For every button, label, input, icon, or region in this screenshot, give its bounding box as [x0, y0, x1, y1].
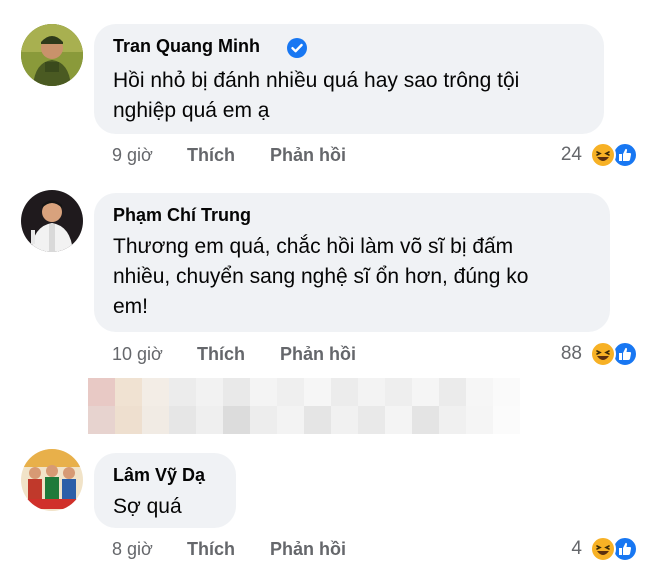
avatar-image	[21, 24, 83, 86]
comment-text: Thương em quá, chắc hồi làm võ sĩ bị đấm…	[113, 232, 528, 322]
comment-text-line: nhiều, chuyển sang nghệ sĩ ổn hơn, đúng …	[113, 265, 529, 288]
haha-reaction-icon	[590, 536, 616, 562]
avatar-tran-quang-minh[interactable]	[21, 24, 83, 86]
reactions[interactable]	[590, 142, 642, 168]
comment-text-line: Thương em quá, chắc hồi làm võ sĩ bị đấm	[113, 235, 514, 258]
haha-reaction-icon	[590, 341, 616, 367]
like-button[interactable]: Thích	[187, 539, 235, 560]
comment-author[interactable]: Phạm Chí Trung	[113, 205, 251, 226]
reaction-count[interactable]: 4	[540, 538, 582, 560]
like-button[interactable]: Thích	[187, 145, 235, 166]
comment-text-line: em!	[113, 295, 149, 318]
comment-text: Hồi nhỏ bị đánh nhiều quá hay sao trông …	[113, 66, 519, 126]
avatar-pham-chi-trung[interactable]	[21, 190, 83, 252]
verified-badge-icon	[287, 38, 307, 58]
like-button[interactable]: Thích	[197, 344, 245, 365]
comment-text: Sợ quá	[113, 492, 182, 522]
avatar-image	[21, 449, 83, 511]
comment-text-line: Hồi nhỏ bị đánh nhiều quá hay sao trông …	[113, 69, 520, 92]
comment-time[interactable]: 10 giờ	[112, 344, 163, 365]
reply-button[interactable]: Phản hồi	[270, 145, 346, 166]
avatar-image	[21, 190, 83, 252]
comment-text-line: Sợ quá	[113, 495, 182, 518]
reaction-count[interactable]: 24	[540, 144, 582, 166]
reactions[interactable]	[590, 341, 642, 367]
comment-time[interactable]: 9 giờ	[112, 145, 153, 166]
haha-reaction-icon	[590, 142, 616, 168]
comment-time[interactable]: 8 giờ	[112, 539, 153, 560]
reactions[interactable]	[590, 536, 642, 562]
comment-author[interactable]: Lâm Vỹ Dạ	[113, 465, 205, 486]
reply-button[interactable]: Phản hồi	[280, 344, 356, 365]
avatar-lam-vy-da[interactable]	[21, 449, 83, 511]
comment-author[interactable]: Tran Quang Minh	[113, 36, 260, 57]
reply-button[interactable]: Phản hồi	[270, 539, 346, 560]
pixelated-hidden-content	[88, 378, 520, 434]
comment-text-line: nghiệp quá em ạ	[113, 99, 270, 122]
reaction-count[interactable]: 88	[540, 343, 582, 365]
